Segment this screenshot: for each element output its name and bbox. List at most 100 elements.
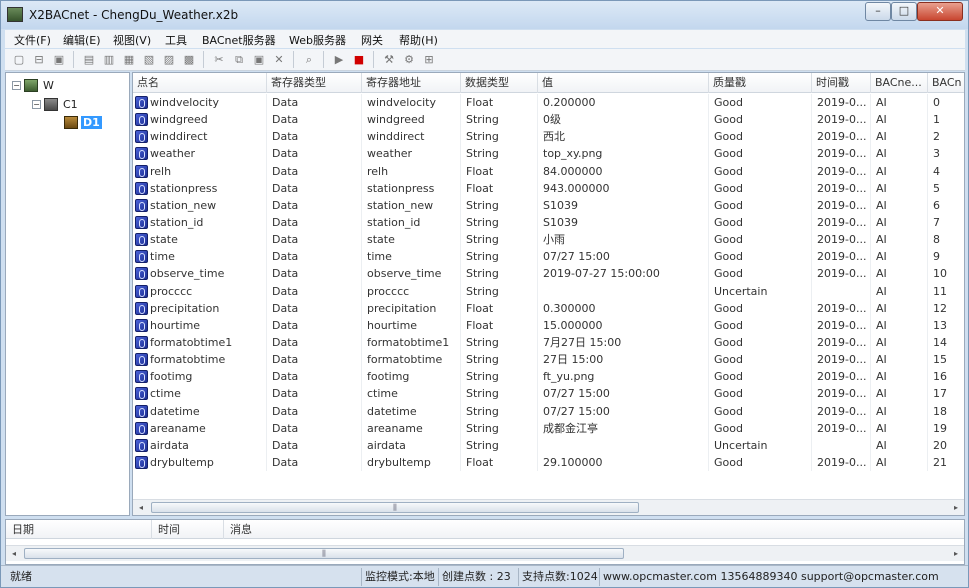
add-point-icon[interactable]: ▦ — [121, 52, 137, 67]
menu-edit[interactable]: 编辑(E) — [63, 32, 101, 48]
table-row[interactable]: hourtime Data hourtime Float 15.000000 Good 20… — [133, 316, 964, 334]
col-header-value[interactable]: 值 — [538, 73, 709, 93]
cell-quality: Good — [709, 248, 812, 266]
table-row[interactable]: footimg Data footimg String ft_yu.png Good 201… — [133, 368, 964, 386]
cell-register-type: Data — [267, 128, 362, 146]
cell-timestamp — [812, 282, 871, 300]
network-icon[interactable]: ⊞ — [421, 52, 437, 67]
menu-file[interactable]: 文件(F) — [14, 32, 51, 48]
scrollbar-thumb[interactable]: ⫼ — [24, 548, 624, 559]
tree-node-device[interactable]: D1 — [64, 114, 102, 130]
scroll-right-icon[interactable]: ▸ — [948, 500, 964, 515]
new-file-icon[interactable]: ▢ — [11, 52, 27, 67]
table-row[interactable]: ctime Data ctime String 07/27 15:00 Good 2019-… — [133, 385, 964, 403]
table-row[interactable]: formatobtime1 Data formatobtime1 String 7月27… — [133, 333, 964, 352]
tree-node-channel[interactable]: − C1 — [32, 96, 80, 112]
table-row[interactable]: station_new Data station_new String S1039 Goo… — [133, 196, 964, 214]
table-row[interactable]: relh Data relh Float 84.000000 Good 2019-0... A… — [133, 162, 964, 180]
add-device-icon[interactable]: ▤ — [81, 52, 97, 67]
menu-web-server[interactable]: Web服务器 — [289, 32, 346, 48]
cell-point-name: relh — [133, 162, 267, 180]
table-row[interactable]: procccc Data procccc String Uncertain AI 11 — [133, 282, 964, 300]
menu-tools[interactable]: 工具 — [165, 32, 187, 48]
save-icon[interactable]: ▣ — [51, 52, 67, 67]
cell-data-type: String — [461, 213, 538, 232]
cell-value: 0.200000 — [538, 94, 709, 112]
log-col-date[interactable]: 日期 — [6, 520, 152, 539]
cell-register-type: Data — [267, 213, 362, 232]
cell-point-name: state — [133, 231, 267, 249]
cut-icon[interactable]: ✂ — [211, 52, 227, 67]
cell-value: 西北 — [538, 128, 709, 146]
settings-icon[interactable]: ⚒ — [381, 52, 397, 67]
table-row[interactable]: windvelocity Data windvelocity Float 0.20000… — [133, 94, 964, 112]
table-row[interactable]: formatobtime Data formatobtime String 27日 15… — [133, 351, 964, 369]
scroll-left-icon[interactable]: ◂ — [6, 546, 22, 561]
table-row[interactable]: winddirect Data winddirect String 西北 Good 2019… — [133, 128, 964, 146]
stop-icon[interactable]: ■ — [351, 52, 367, 67]
table-row[interactable]: weather Data weather String top_xy.png Good 20… — [133, 145, 964, 163]
menu-help[interactable]: 帮助(H) — [399, 32, 438, 48]
cell-quality: Good — [709, 94, 812, 112]
minimize-button[interactable]: – — [865, 2, 891, 21]
table-row[interactable]: station_id Data station_id String S1039 Good 2… — [133, 213, 964, 232]
log-col-time[interactable]: 时间 — [152, 520, 224, 539]
collapse-icon[interactable]: − — [12, 80, 21, 90]
col-header-quality[interactable]: 质量戳 — [709, 73, 812, 93]
tools-icon[interactable]: ⚙ — [401, 52, 417, 67]
cell-data-type: String — [461, 248, 538, 266]
table-row[interactable]: drybultemp Data drybultemp Float 29.100000 Go… — [133, 453, 964, 472]
cell-data-type: Float — [461, 453, 538, 472]
add-group-icon[interactable]: ▥ — [101, 52, 117, 67]
cell-register-address: airdata — [362, 436, 461, 454]
cell-point-name: formatobtime — [133, 351, 267, 369]
col-header-timestamp[interactable]: 时间戳 — [812, 73, 871, 93]
table-row[interactable]: areaname Data areaname String 成都金江亭 Good 2019-… — [133, 419, 964, 437]
cell-bacnet-instance: 5 — [928, 180, 964, 197]
cell-register-address: windvelocity — [362, 94, 461, 112]
log-horizontal-scrollbar[interactable]: ◂ ⫼ ▸ — [6, 545, 964, 561]
open-folder-icon[interactable]: ⊟ — [31, 52, 47, 67]
col-header-register-address[interactable]: 寄存器地址 — [362, 73, 461, 93]
cell-bacnet-type: AI — [871, 368, 928, 386]
delete-icon[interactable]: ✕ — [271, 52, 287, 67]
grid-horizontal-scrollbar[interactable]: ◂ ⫼ ▸ — [133, 499, 964, 515]
table-row[interactable]: airdata Data airdata String Uncertain AI 20 — [133, 436, 964, 454]
cell-point-name: weather — [133, 145, 267, 163]
find-icon[interactable]: ⌕ — [301, 52, 317, 67]
collapse-icon[interactable]: − — [32, 99, 41, 109]
table-row[interactable]: datetime Data datetime String 07/27 15:00 Goo… — [133, 402, 964, 420]
paste-icon[interactable]: ▣ — [251, 52, 267, 67]
cell-bacnet-type: AI — [871, 111, 928, 129]
cell-quality: Good — [709, 162, 812, 180]
table-row[interactable]: time Data time String 07/27 15:00 Good 2019-0.… — [133, 248, 964, 266]
table-row[interactable]: windgreed Data windgreed String 0级 Good 2019-0… — [133, 111, 964, 129]
close-button[interactable]: ✕ — [917, 2, 963, 21]
table-row[interactable]: precipitation Data precipitation Float 0.300… — [133, 299, 964, 317]
menu-bacnet-server[interactable]: BACnet服务器 — [202, 32, 276, 48]
col-header-bacnet-instance[interactable]: BACn — [928, 73, 964, 93]
tree-node-root[interactable]: − W — [12, 77, 56, 93]
menu-gateway[interactable]: 网关 — [361, 32, 383, 48]
table-row[interactable]: stationpress Data stationpress Float 943.000… — [133, 179, 964, 197]
cell-register-address: windgreed — [362, 111, 461, 129]
cell-register-address: ctime — [362, 385, 461, 403]
batch-add-icon[interactable]: ▧ — [141, 52, 157, 67]
col-header-data-type[interactable]: 数据类型 — [461, 73, 538, 93]
scroll-left-icon[interactable]: ◂ — [133, 500, 149, 515]
properties-icon[interactable]: ▨ — [161, 52, 177, 67]
menu-view[interactable]: 视图(V) — [113, 32, 151, 48]
table-row[interactable]: state Data state String 小雨 Good 2019-0... AI 8 — [133, 231, 964, 249]
export-icon[interactable]: ▩ — [181, 52, 197, 67]
log-col-message[interactable]: 消息 — [224, 520, 324, 539]
scroll-right-icon[interactable]: ▸ — [948, 546, 964, 561]
table-row[interactable]: observe_time Data observe_time String 2019-0… — [133, 265, 964, 283]
copy-icon[interactable]: ⧉ — [231, 52, 247, 67]
maximize-button[interactable]: □ — [891, 2, 917, 21]
run-icon[interactable]: ▶ — [331, 52, 347, 67]
col-header-point-name[interactable]: 点名 — [133, 73, 267, 93]
col-header-register-type[interactable]: 寄存器类型 — [267, 73, 362, 93]
cell-value: S1039 — [538, 213, 709, 232]
col-header-bacnet-type[interactable]: BACne... — [871, 73, 928, 93]
scrollbar-thumb[interactable]: ⫼ — [151, 502, 639, 513]
